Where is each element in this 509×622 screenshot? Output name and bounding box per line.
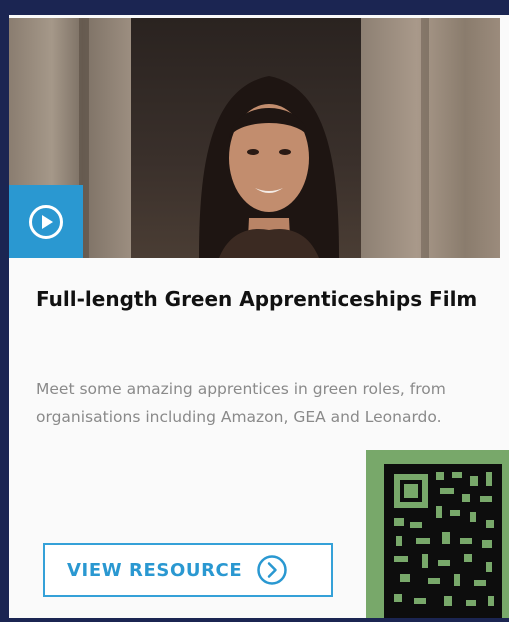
resource-description: Meet some amazing apprentices in green r… xyxy=(36,380,446,426)
play-button[interactable] xyxy=(9,185,83,258)
view-resource-button[interactable]: VIEW RESOURCE xyxy=(43,543,333,597)
view-resource-label: VIEW RESOURCE xyxy=(67,559,243,581)
play-circle-icon xyxy=(29,204,63,239)
apprentice-portrait xyxy=(199,76,339,258)
stone-pillar-right xyxy=(361,18,500,258)
qr-code xyxy=(366,450,509,618)
chevron-right-circle-icon xyxy=(256,554,288,586)
resource-title: Full-length Green Apprenticeships Film xyxy=(36,287,478,311)
